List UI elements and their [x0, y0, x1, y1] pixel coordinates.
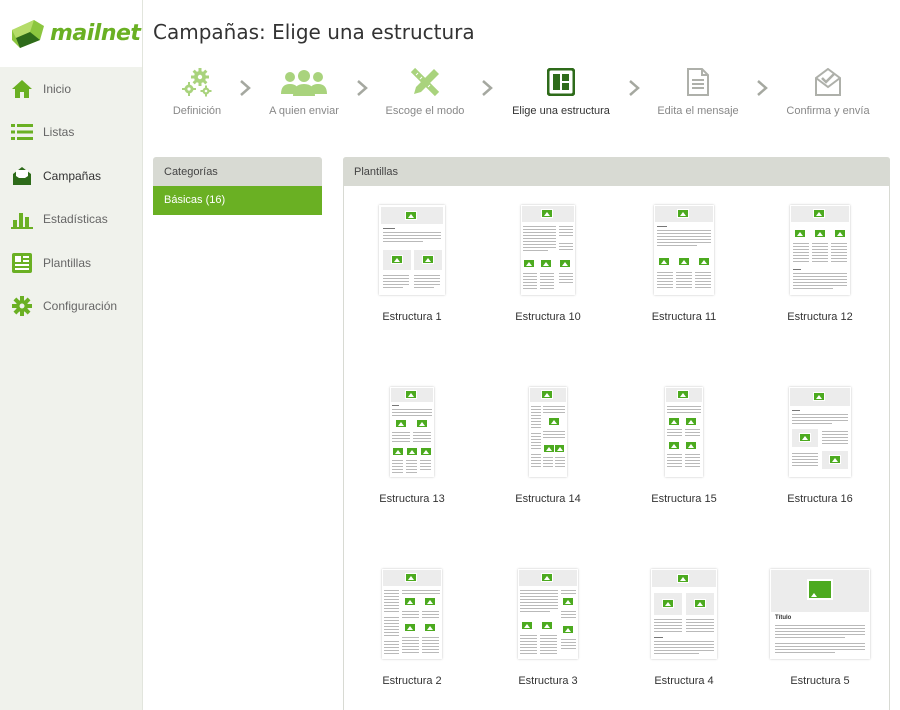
- chevron-right-icon: [482, 80, 493, 96]
- step-elige-una-estructura[interactable]: Elige una estructura: [496, 64, 626, 117]
- gear-icon: [11, 295, 33, 317]
- step-confirma-y-envia[interactable]: Confirma y envía: [763, 64, 893, 117]
- template-thumbnail: [529, 387, 567, 477]
- template-card[interactable]: Estructura 3: [480, 569, 616, 687]
- template-thumbnail: [521, 205, 575, 295]
- template-thumbnail: [665, 387, 703, 477]
- step-label: A quien enviar: [269, 105, 339, 117]
- template-label: Estructura 10: [515, 311, 581, 323]
- template-label: Estructura 15: [651, 493, 717, 505]
- template-card[interactable]: Estructura 4: [616, 569, 752, 687]
- sidebar-item-estadisticas[interactable]: Estadísticas: [0, 198, 142, 242]
- sidebar-item-listas[interactable]: Listas: [0, 111, 142, 155]
- template-card[interactable]: Estructura 12: [752, 205, 888, 323]
- template-card[interactable]: Título Estructura 5: [752, 569, 888, 687]
- newspaper-icon: [11, 252, 33, 274]
- step-label: Edita el mensaje: [657, 105, 739, 117]
- templates-header: Plantillas: [343, 157, 890, 186]
- template-thumbnail: [789, 387, 851, 477]
- logo-text: mailnet: [50, 21, 141, 46]
- template-label: Estructura 4: [654, 675, 714, 687]
- categories-panel: Categorías Básicas (16): [153, 157, 322, 215]
- layout-icon: [496, 64, 626, 100]
- template-thumbnail: [654, 205, 714, 295]
- template-thumbnail: [379, 205, 445, 295]
- template-label: Estructura 13: [379, 493, 445, 505]
- thumbnail-heading: Título: [775, 615, 792, 621]
- bar-chart-icon: [11, 208, 33, 230]
- step-label: Confirma y envía: [786, 105, 870, 117]
- mailnet-logo-icon: [12, 19, 44, 48]
- wizard-steps: Definición A quien enviar Escoge el modo…: [153, 64, 890, 124]
- list-icon: [11, 121, 33, 143]
- sidebar-item-campanas[interactable]: Campañas: [0, 154, 142, 198]
- sidebar-item-label: Campañas: [43, 168, 102, 183]
- home-icon: [11, 78, 33, 100]
- template-thumbnail: [790, 205, 850, 295]
- template-label: Estructura 5: [790, 675, 850, 687]
- template-card[interactable]: Estructura 2: [344, 569, 480, 687]
- template-card[interactable]: Estructura 10: [480, 205, 616, 323]
- template-label: Estructura 11: [651, 311, 717, 323]
- template-thumbnail: [390, 387, 434, 477]
- pencil-ruler-icon: [360, 64, 490, 100]
- template-card[interactable]: Estructura 15: [616, 387, 752, 505]
- template-label: Estructura 14: [515, 493, 581, 505]
- sidebar-item-label: Listas: [43, 125, 75, 140]
- template-thumbnail: Título: [770, 569, 870, 659]
- category-item-basicas[interactable]: Básicas (16): [153, 186, 322, 215]
- template-thumbnail: [651, 569, 717, 659]
- users-icon: [239, 64, 369, 100]
- template-card[interactable]: Estructura 1: [344, 205, 480, 323]
- template-label: Estructura 1: [382, 311, 442, 323]
- step-a-quien-enviar[interactable]: A quien enviar: [239, 64, 369, 117]
- template-card[interactable]: Estructura 14: [480, 387, 616, 505]
- template-label: Estructura 16: [787, 493, 853, 505]
- step-escoge-el-modo[interactable]: Escoge el modo: [360, 64, 490, 117]
- template-thumbnail: [518, 569, 578, 659]
- sidebar-item-configuracion[interactable]: Configuración: [0, 285, 142, 329]
- template-label: Estructura 12: [787, 311, 853, 323]
- logo[interactable]: mailnet: [0, 0, 142, 67]
- sidebar-item-label: Plantillas: [43, 255, 92, 270]
- template-thumbnail: [382, 569, 442, 659]
- template-card[interactable]: Estructura 16: [752, 387, 888, 505]
- templates-panel: Plantillas Estructura 1 Estructura 10 Es…: [343, 157, 890, 710]
- categories-header: Categorías: [153, 157, 322, 186]
- sidebar-item-plantillas[interactable]: Plantillas: [0, 241, 142, 285]
- sidebar: mailnet Inicio Listas Campañas Estadísti…: [0, 0, 143, 710]
- envelope-icon: [11, 165, 33, 187]
- template-label: Estructura 2: [382, 675, 442, 687]
- template-label: Estructura 3: [518, 675, 578, 687]
- sidebar-item-inicio[interactable]: Inicio: [0, 67, 142, 111]
- template-card[interactable]: Estructura 11: [616, 205, 752, 323]
- step-label: Elige una estructura: [512, 105, 610, 117]
- envelope-check-icon: [763, 64, 893, 100]
- sidebar-item-label: Configuración: [43, 299, 118, 314]
- document-icon: [633, 64, 763, 100]
- step-edita-el-mensaje[interactable]: Edita el mensaje: [633, 64, 763, 117]
- step-label: Escoge el modo: [385, 105, 465, 117]
- sidebar-item-label: Estadísticas: [43, 212, 108, 227]
- sidebar-item-label: Inicio: [43, 81, 72, 96]
- page-title: Campañas: Elige una estructura: [153, 20, 475, 44]
- template-card[interactable]: Estructura 13: [344, 387, 480, 505]
